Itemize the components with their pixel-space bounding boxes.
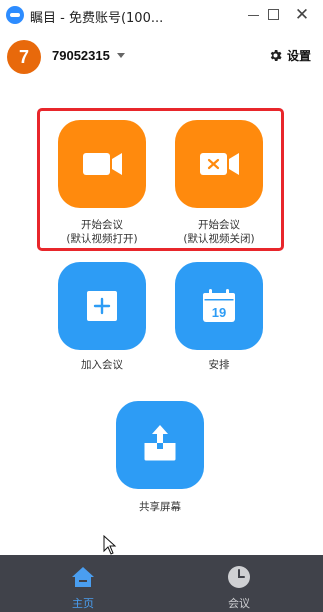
schedule-button[interactable]: 19 xyxy=(175,262,263,350)
window-title: 瞩目 - 免费账号(100... xyxy=(30,11,164,26)
minimize-icon xyxy=(248,15,259,16)
chevron-down-icon[interactable] xyxy=(117,53,125,58)
bottom-nav: 主页 会议 xyxy=(0,555,323,612)
schedule-label: 安排 xyxy=(208,359,230,371)
nav-label-home: 主页 xyxy=(72,597,94,610)
close-button[interactable]: ✕ xyxy=(290,3,314,27)
app-logo-icon xyxy=(6,6,24,24)
nav-item-home[interactable]: 主页 xyxy=(33,555,133,612)
start-meeting-video-on-button[interactable] xyxy=(58,120,146,208)
user-id[interactable]: 79052315 xyxy=(52,48,110,63)
calendar-day: 19 xyxy=(212,305,226,320)
maximize-button[interactable] xyxy=(262,3,286,27)
start-meeting-video-off-button[interactable] xyxy=(175,120,263,208)
plus-icon xyxy=(87,291,117,321)
join-meeting-button[interactable] xyxy=(58,262,146,350)
nav-label-meetings: 会议 xyxy=(228,597,250,610)
share-screen-button[interactable] xyxy=(116,401,204,489)
clock-icon xyxy=(228,566,250,588)
start-meeting-video-off-label: 开始会议 (默认视频关闭) xyxy=(183,219,255,245)
home-icon xyxy=(72,567,94,587)
mouse-cursor-icon xyxy=(103,535,117,555)
maximize-icon xyxy=(268,9,279,20)
settings-label: 设置 xyxy=(287,49,312,63)
video-off-icon xyxy=(200,153,239,175)
video-camera-icon xyxy=(83,153,122,175)
share-screen-label: 共享屏幕 xyxy=(139,501,181,513)
nav-item-meetings[interactable]: 会议 xyxy=(189,555,289,612)
join-meeting-label: 加入会议 xyxy=(81,359,123,371)
share-upload-icon xyxy=(144,425,176,461)
title-bar: 瞩目 - 免费账号(100... ✕ xyxy=(0,0,323,30)
avatar[interactable]: 7 xyxy=(7,40,41,74)
calendar-icon: 19 xyxy=(203,289,235,322)
start-meeting-video-on-label: 开始会议 (默认视频打开) xyxy=(66,219,138,245)
gear-icon xyxy=(270,50,282,61)
